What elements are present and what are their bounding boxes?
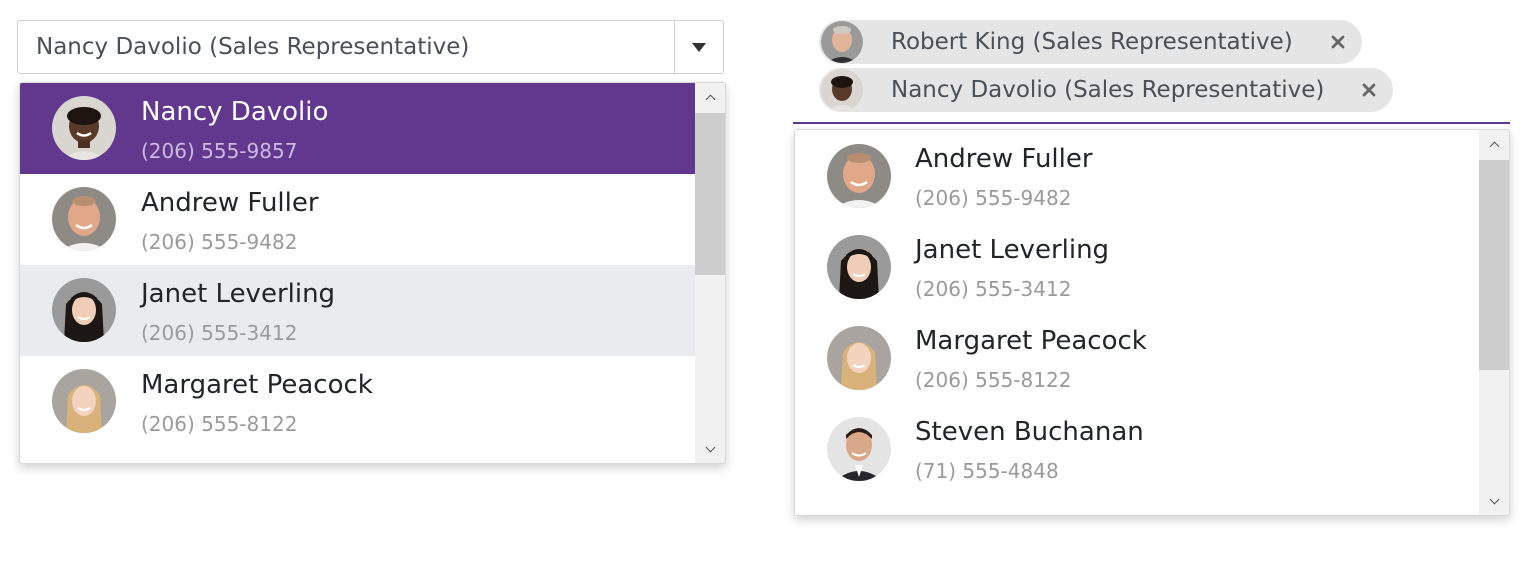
item-name: Janet Leverling <box>141 279 336 309</box>
selected-chip: Robert King (Sales Representative) <box>819 20 1362 64</box>
dropdown-toggle-button[interactable] <box>674 21 723 73</box>
item-name: Margaret Peacock <box>141 370 373 400</box>
avatar <box>827 417 891 481</box>
list-item[interactable]: Andrew Fuller (206) 555-9482 <box>795 130 1479 221</box>
chip-label: Robert King (Sales Representative) <box>891 29 1293 55</box>
avatar <box>52 96 116 160</box>
avatar <box>827 326 891 390</box>
list-item[interactable]: Margaret Peacock (206) 555-8122 <box>795 312 1479 403</box>
close-icon <box>1331 35 1345 49</box>
item-phone: (206) 555-3412 <box>141 321 298 345</box>
scroll-up-button[interactable] <box>695 83 725 111</box>
item-phone: (206) 555-9857 <box>141 139 298 163</box>
item-phone: (206) 555-3412 <box>915 277 1072 301</box>
item-name: Margaret Peacock <box>915 326 1147 356</box>
combobox-popup: Nancy Davolio (206) 555-9857 Andrew Full… <box>19 82 726 464</box>
remove-chip-button[interactable] <box>1359 80 1379 100</box>
remove-chip-button[interactable] <box>1328 32 1348 52</box>
item-name: Andrew Fuller <box>915 144 1093 174</box>
item-phone: (206) 555-8122 <box>141 412 298 436</box>
combobox-value[interactable]: Nancy Davolio (Sales Representative) <box>36 21 469 73</box>
scroll-up-button[interactable] <box>1479 130 1509 158</box>
scrollbar-thumb[interactable] <box>1479 160 1509 370</box>
item-name: Andrew Fuller <box>141 188 319 218</box>
chevron-up-icon <box>1489 141 1499 151</box>
list-item[interactable]: Steven Buchanan (71) 555-4848 <box>795 403 1479 494</box>
chevron-down-icon <box>1489 494 1499 504</box>
item-phone: (206) 555-8122 <box>915 368 1072 392</box>
multiselect-popup: Andrew Fuller (206) 555-9482 Janet Lever… <box>794 129 1510 516</box>
avatar <box>52 278 116 342</box>
chevron-up-icon <box>705 94 715 104</box>
avatar <box>52 187 116 251</box>
caret-down-icon <box>692 42 706 52</box>
multiselect-list: Andrew Fuller (206) 555-9482 Janet Lever… <box>795 130 1479 494</box>
close-icon <box>1362 83 1376 97</box>
vertical-scrollbar[interactable] <box>695 83 725 463</box>
item-name: Nancy Davolio <box>141 97 329 127</box>
item-name: Steven Buchanan <box>915 417 1144 447</box>
avatar <box>821 21 863 63</box>
list-item[interactable]: Margaret Peacock (206) 555-8122 <box>20 356 696 447</box>
selected-chip: Nancy Davolio (Sales Representative) <box>819 68 1393 112</box>
list-item[interactable]: Janet Leverling (206) 555-3412 <box>20 265 696 356</box>
chip-label: Nancy Davolio (Sales Representative) <box>891 77 1325 103</box>
avatar <box>827 144 891 208</box>
employee-combobox[interactable]: Nancy Davolio (Sales Representative) <box>17 20 724 74</box>
list-item[interactable]: Janet Leverling (206) 555-3412 <box>795 221 1479 312</box>
item-phone: (71) 555-4848 <box>915 459 1059 483</box>
scroll-down-button[interactable] <box>1479 487 1509 515</box>
chevron-down-icon <box>705 442 715 452</box>
list-item[interactable]: Andrew Fuller (206) 555-9482 <box>20 174 696 265</box>
list-item[interactable]: Nancy Davolio (206) 555-9857 <box>20 83 696 174</box>
item-phone: (206) 555-9482 <box>141 230 298 254</box>
avatar <box>52 369 116 433</box>
avatar <box>827 235 891 299</box>
item-phone: (206) 555-9482 <box>915 186 1072 210</box>
item-name: Janet Leverling <box>915 235 1110 265</box>
scroll-down-button[interactable] <box>695 435 725 463</box>
scrollbar-thumb[interactable] <box>695 113 725 275</box>
vertical-scrollbar[interactable] <box>1479 130 1509 515</box>
avatar <box>821 69 863 111</box>
employee-multiselect[interactable]: Robert King (Sales Representative) Nancy… <box>793 14 1510 124</box>
combobox-list: Nancy Davolio (206) 555-9857 Andrew Full… <box>20 83 696 447</box>
